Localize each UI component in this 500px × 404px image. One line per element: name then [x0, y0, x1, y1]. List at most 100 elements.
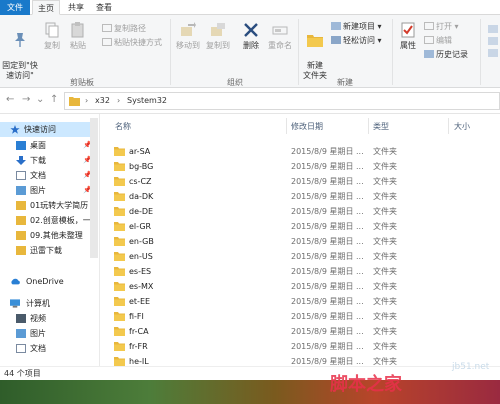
forward-button[interactable]: → — [22, 94, 30, 105]
file-name: da-DK — [129, 192, 154, 201]
table-row[interactable]: he-IL 2015/8/9 星期日 ... 文件夹 — [110, 354, 490, 366]
rename-button[interactable]: 重命名 — [266, 21, 294, 51]
table-row[interactable]: en-US 2015/8/9 星期日 ... 文件夹 — [110, 249, 490, 264]
easy-access-icon — [331, 36, 341, 44]
file-type: 文件夹 — [373, 282, 397, 291]
folder-icon — [114, 342, 125, 351]
new-item-label: 新建项目 ▾ — [343, 22, 382, 31]
cloud-icon — [11, 278, 20, 285]
table-row[interactable]: fi-FI 2015/8/9 星期日 ... 文件夹 — [110, 309, 490, 324]
nav-item-documents[interactable]: 文档 — [0, 341, 96, 356]
back-button[interactable]: ← — [6, 94, 14, 105]
pin-to-quick-access-button[interactable]: 固定到"快 速访问" — [0, 21, 40, 81]
edit-icon — [424, 36, 434, 44]
nav-computer[interactable]: 计算机 — [0, 296, 96, 311]
file-date: 2015/8/9 星期日 ... — [291, 282, 364, 291]
open-button[interactable]: 打开 ▾ — [424, 21, 459, 33]
nav-item-label: 桌面 — [30, 141, 46, 150]
file-type: 文件夹 — [373, 312, 397, 321]
table-row[interactable]: et-EE 2015/8/9 星期日 ... 文件夹 — [110, 294, 490, 309]
move-to-label: 移动到 — [176, 41, 200, 50]
breadcrumb-item[interactable]: System32 — [127, 96, 167, 105]
file-date: 2015/8/9 星期日 ... — [291, 357, 364, 366]
nav-item-thunder-downloads[interactable]: 迅雷下载 — [0, 243, 96, 258]
item-count: 44 个项目 — [4, 369, 41, 378]
column-divider[interactable] — [286, 118, 287, 134]
tab-file[interactable]: 文件 — [0, 0, 30, 15]
file-date: 2015/8/9 星期日 ... — [291, 252, 364, 261]
new-folder-icon — [307, 35, 323, 47]
ribbon-tab-bar: 文件 主页 共享 查看 — [0, 0, 500, 15]
nav-quick-access[interactable]: 快速访问 — [0, 122, 96, 137]
file-name: es-ES — [129, 267, 152, 276]
file-type: 文件夹 — [373, 207, 397, 216]
nav-onedrive[interactable]: OneDrive — [0, 274, 96, 289]
history-label: 历史记录 — [436, 50, 468, 59]
table-row[interactable]: da-DK 2015/8/9 星期日 ... 文件夹 — [110, 189, 490, 204]
ribbon-separator — [480, 19, 481, 85]
new-item-button[interactable]: 新建项目 ▾ — [331, 21, 382, 33]
new-folder-button[interactable]: 新建 文件夹 — [302, 21, 328, 81]
nav-item-pictures[interactable]: 图片 — [0, 326, 96, 341]
nav-item-pictures[interactable]: 图片 📌 — [0, 183, 96, 198]
properties-icon — [401, 22, 415, 38]
properties-button[interactable]: 属性 — [396, 21, 420, 51]
tab-view[interactable]: 查看 — [90, 0, 118, 15]
tab-share[interactable]: 共享 — [62, 0, 90, 15]
file-name: ar-SA — [129, 147, 151, 156]
table-row[interactable]: ar-SA 2015/8/9 星期日 ... 文件夹 — [110, 144, 490, 159]
paste-button[interactable]: 粘贴 — [66, 21, 90, 51]
column-header-date[interactable]: 修改日期 — [291, 121, 323, 132]
column-divider[interactable] — [448, 118, 449, 134]
table-row[interactable]: es-ES 2015/8/9 星期日 ... 文件夹 — [110, 264, 490, 279]
recent-locations-button[interactable]: ⌄ — [36, 94, 44, 105]
file-type: 文件夹 — [373, 147, 397, 156]
nav-item-folder[interactable]: 02.创意模板，一 — [0, 213, 96, 228]
copy-path-button[interactable]: 复制路径 — [102, 23, 146, 35]
paste-shortcut-button[interactable]: 粘贴快捷方式 — [102, 37, 162, 49]
folder-icon — [114, 297, 125, 306]
pin-icon — [15, 33, 25, 47]
file-type: 文件夹 — [373, 177, 397, 186]
column-header-type[interactable]: 类型 — [373, 121, 389, 132]
table-row[interactable]: cs-CZ 2015/8/9 星期日 ... 文件夹 — [110, 174, 490, 189]
nav-item-label: 文档 — [30, 344, 46, 353]
nav-item-videos[interactable]: 视频 — [0, 311, 96, 326]
nav-item-desktop[interactable]: 桌面 📌 — [0, 138, 96, 153]
tab-home[interactable]: 主页 — [32, 0, 60, 15]
nav-item-folder[interactable]: 09.其他未整理 — [0, 228, 96, 243]
delete-button[interactable]: 删除 — [238, 21, 264, 51]
file-date: 2015/8/9 星期日 ... — [291, 177, 364, 186]
file-date: 2015/8/9 星期日 ... — [291, 312, 364, 321]
file-type: 文件夹 — [373, 297, 397, 306]
address-input[interactable]: › x32 › System32 — [64, 92, 500, 110]
nav-item-downloads[interactable]: 下载 📌 — [0, 153, 96, 168]
file-name: de-DE — [129, 207, 154, 216]
table-row[interactable]: de-DE 2015/8/9 星期日 ... 文件夹 — [110, 204, 490, 219]
up-button[interactable]: ↑ — [50, 94, 58, 105]
nav-scrollbar[interactable] — [90, 118, 98, 258]
easy-access-button[interactable]: 轻松访问 ▾ — [331, 35, 382, 47]
file-name: en-US — [129, 252, 153, 261]
table-row[interactable]: es-MX 2015/8/9 星期日 ... 文件夹 — [110, 279, 490, 294]
new-folder-label: 新建 文件夹 — [303, 61, 327, 80]
ribbon-separator — [298, 19, 299, 85]
move-to-button[interactable]: 移动到 — [174, 21, 202, 51]
table-row[interactable]: fr-FR 2015/8/9 星期日 ... 文件夹 — [110, 339, 490, 354]
breadcrumb-item[interactable]: x32 — [95, 96, 110, 105]
nav-item-folder[interactable]: 01玩转大学简历 — [0, 198, 96, 213]
column-header-name[interactable]: 名称 — [115, 121, 131, 132]
table-row[interactable]: fr-CA 2015/8/9 星期日 ... 文件夹 — [110, 324, 490, 339]
column-header-size[interactable]: 大小 — [454, 121, 470, 132]
edit-button[interactable]: 编辑 — [424, 35, 452, 47]
copy-to-button[interactable]: 复制到 — [204, 21, 232, 51]
select-all-icon — [488, 25, 498, 57]
column-divider[interactable] — [368, 118, 369, 134]
table-row[interactable]: el-GR 2015/8/9 星期日 ... 文件夹 — [110, 219, 490, 234]
file-type: 文件夹 — [373, 162, 397, 171]
table-row[interactable]: bg-BG 2015/8/9 星期日 ... 文件夹 — [110, 159, 490, 174]
nav-item-documents[interactable]: 文档 📌 — [0, 168, 96, 183]
history-button[interactable]: 历史记录 — [424, 49, 468, 61]
table-row[interactable]: en-GB 2015/8/9 星期日 ... 文件夹 — [110, 234, 490, 249]
copy-button[interactable]: 复制 — [40, 21, 64, 51]
